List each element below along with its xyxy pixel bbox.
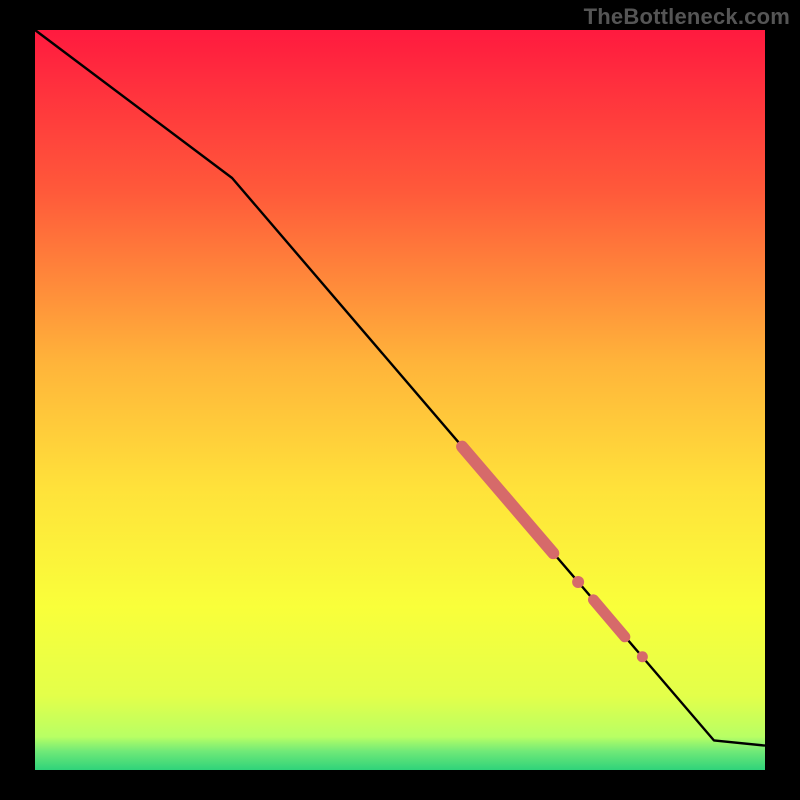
highlight-dot-1 [572,576,584,588]
chart-canvas [0,0,800,800]
chart-frame: TheBottleneck.com [0,0,800,800]
plot-background [35,30,765,770]
watermark-text: TheBottleneck.com [584,4,790,30]
highlight-dot-2 [637,651,648,662]
